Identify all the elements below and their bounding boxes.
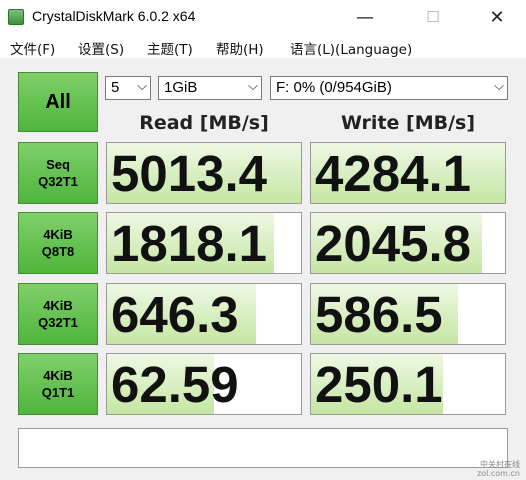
chevron-down-icon: ⌵ bbox=[494, 78, 504, 93]
menu-theme[interactable]: 主题(T) bbox=[147, 38, 193, 58]
title-bar: CrystalDiskMark 6.0.2 x64 — ☐ ✕ bbox=[0, 0, 526, 34]
test-4kib-q32t1-button[interactable]: 4KiB Q32T1 bbox=[18, 283, 98, 345]
row-label-line1: Seq bbox=[46, 157, 70, 172]
write-header: Write [MB/s] bbox=[340, 112, 476, 134]
test-count-select[interactable]: 5 ⌵ bbox=[105, 76, 151, 100]
test-4kib-q8t8-button[interactable]: 4KiB Q8T8 bbox=[18, 212, 98, 274]
test-count-value: 5 bbox=[111, 79, 120, 96]
write-result-cell: 250.1 bbox=[310, 353, 506, 415]
menu-file[interactable]: 文件(F) bbox=[10, 38, 55, 58]
drive-value: F: 0% (0/954GiB) bbox=[276, 79, 392, 96]
menu-language[interactable]: 语言(L)(Language) bbox=[290, 38, 412, 58]
comment-field[interactable] bbox=[18, 428, 508, 468]
write-result-cell: 2045.8 bbox=[310, 212, 506, 274]
read-result-cell: 646.3 bbox=[106, 283, 302, 345]
all-button[interactable]: All bbox=[18, 72, 98, 132]
chevron-down-icon: ⌵ bbox=[137, 78, 147, 93]
write-value: 250.1 bbox=[315, 356, 443, 413]
read-header: Read [MB/s] bbox=[139, 112, 269, 134]
read-value: 5013.4 bbox=[111, 145, 267, 202]
menu-help[interactable]: 帮助(H) bbox=[216, 38, 264, 58]
watermark-line2: zol.com.cn bbox=[477, 469, 520, 478]
test-seq-q32t1-button[interactable]: Seq Q32T1 bbox=[18, 142, 98, 204]
menu-settings[interactable]: 设置(S) bbox=[78, 38, 124, 58]
row-label-line2: Q32T1 bbox=[38, 315, 78, 330]
write-result-cell: 4284.1 bbox=[310, 142, 506, 204]
read-result-cell: 62.59 bbox=[106, 353, 302, 415]
window-title: CrystalDiskMark 6.0.2 x64 bbox=[32, 8, 196, 24]
write-result-cell: 586.5 bbox=[310, 283, 506, 345]
test-4kib-q1t1-button[interactable]: 4KiB Q1T1 bbox=[18, 353, 98, 415]
read-result-cell: 1818.1 bbox=[106, 212, 302, 274]
row-label-line2: Q32T1 bbox=[38, 174, 78, 189]
close-button[interactable]: ✕ bbox=[474, 0, 520, 34]
watermark: 中关村在线 zol.com.cn bbox=[477, 460, 520, 478]
row-label-line1: 4KiB bbox=[43, 298, 73, 313]
read-value: 62.59 bbox=[111, 356, 239, 413]
minimize-button[interactable]: — bbox=[342, 0, 388, 34]
watermark-line1: 中关村在线 bbox=[480, 460, 520, 469]
chevron-down-icon: ⌵ bbox=[248, 78, 258, 93]
write-value: 2045.8 bbox=[315, 215, 471, 272]
read-value: 1818.1 bbox=[111, 215, 267, 272]
test-size-select[interactable]: 1GiB ⌵ bbox=[158, 76, 262, 100]
read-result-cell: 5013.4 bbox=[106, 142, 302, 204]
read-value: 646.3 bbox=[111, 286, 239, 343]
test-size-value: 1GiB bbox=[164, 79, 198, 96]
row-label-line1: 4KiB bbox=[43, 227, 73, 242]
row-label-line2: Q8T8 bbox=[41, 244, 75, 259]
drive-select[interactable]: F: 0% (0/954GiB) ⌵ bbox=[270, 76, 508, 100]
maximize-button[interactable]: ☐ bbox=[410, 0, 456, 34]
write-value: 4284.1 bbox=[315, 145, 471, 202]
menu-bar: 文件(F) 设置(S) 主题(T) 帮助(H) 语言(L)(Language) bbox=[0, 34, 526, 58]
app-icon bbox=[8, 9, 24, 25]
write-value: 586.5 bbox=[315, 286, 443, 343]
row-label-line2: Q1T1 bbox=[41, 385, 75, 400]
row-label-line1: 4KiB bbox=[43, 368, 73, 383]
